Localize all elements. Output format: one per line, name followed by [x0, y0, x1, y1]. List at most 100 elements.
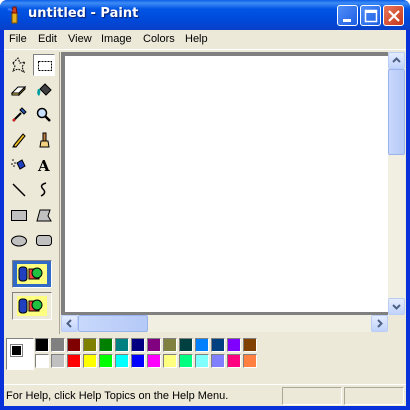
color-swatch[interactable]	[147, 354, 161, 368]
color-swatch[interactable]	[67, 338, 81, 352]
color-swatch[interactable]	[67, 354, 81, 368]
tool-select[interactable]	[33, 54, 55, 76]
tool-ellipse[interactable]	[8, 229, 30, 251]
scroll-left-button[interactable]	[61, 315, 78, 332]
color-swatch[interactable]	[195, 338, 209, 352]
scroll-right-button[interactable]	[371, 315, 388, 332]
minimize-button[interactable]	[337, 5, 358, 26]
color-swatch[interactable]	[83, 354, 97, 368]
toolbox: A	[6, 52, 60, 356]
tool-pick-color[interactable]	[8, 104, 30, 126]
maximize-icon	[364, 9, 378, 23]
tool-airbrush[interactable]	[8, 154, 30, 176]
tool-magnifier[interactable]	[33, 104, 55, 126]
tool-option-opaque[interactable]	[12, 260, 52, 288]
color-swatch[interactable]	[163, 338, 177, 352]
menu-colors[interactable]: Colors	[143, 33, 175, 45]
horizontal-scrollbar[interactable]	[61, 315, 388, 332]
color-swatch[interactable]	[227, 354, 241, 368]
menu-separator	[4, 49, 406, 50]
eraser-icon	[10, 85, 27, 97]
color-swatch[interactable]	[83, 338, 97, 352]
chevron-down-icon	[392, 304, 401, 310]
scroll-corner	[388, 315, 405, 332]
color-swatch[interactable]	[195, 354, 209, 368]
rounded-rectangle-icon	[36, 235, 52, 246]
curve-icon	[40, 182, 47, 197]
color-swatch[interactable]	[179, 338, 193, 352]
tool-curve[interactable]	[33, 179, 55, 201]
color-swatch[interactable]	[99, 338, 113, 352]
color-swatch[interactable]	[115, 338, 129, 352]
color-swatch[interactable]	[227, 338, 241, 352]
tool-free-form-select[interactable]	[8, 54, 30, 76]
horizontal-scroll-thumb[interactable]	[78, 315, 148, 332]
status-bar: For Help, click Help Topics on the Help …	[4, 384, 406, 406]
paint-app-icon	[7, 6, 18, 24]
tool-line[interactable]	[8, 179, 30, 201]
color-swatch[interactable]	[35, 354, 49, 368]
maximize-button[interactable]	[360, 5, 381, 26]
color-swatch[interactable]	[35, 338, 49, 352]
opaque-selection-icon	[17, 264, 47, 284]
chevron-up-icon	[392, 57, 401, 63]
status-panel-coords	[282, 387, 342, 405]
drawing-canvas[interactable]	[65, 56, 388, 312]
status-panel-size	[344, 387, 404, 405]
color-swatch[interactable]	[211, 338, 225, 352]
window-body: File Edit View Image Colors Help A For H…	[4, 30, 406, 406]
vertical-scrollbar[interactable]	[388, 52, 405, 315]
rectangle-icon	[11, 210, 27, 221]
color-swatch[interactable]	[131, 338, 145, 352]
color-swatch[interactable]	[163, 354, 177, 368]
pencil-icon	[12, 133, 26, 148]
color-swatch[interactable]	[243, 338, 257, 352]
color-swatch[interactable]	[99, 354, 113, 368]
menu-view[interactable]: View	[68, 33, 92, 45]
color-box	[4, 334, 406, 378]
menu-image[interactable]: Image	[101, 33, 132, 45]
menu-edit[interactable]: Edit	[38, 33, 57, 45]
window-title: untitled - Paint	[28, 6, 139, 21]
tool-rectangle[interactable]	[8, 204, 30, 226]
current-colors[interactable]	[6, 338, 34, 370]
chevron-right-icon	[377, 319, 383, 328]
color-swatch[interactable]	[147, 338, 161, 352]
menu-bar: File Edit View Image Colors Help	[4, 30, 406, 49]
fill-with-color-icon	[37, 83, 52, 96]
chevron-left-icon	[66, 319, 72, 328]
scroll-down-button[interactable]	[388, 298, 405, 315]
tool-brush[interactable]	[33, 129, 55, 151]
pick-color-icon	[12, 107, 27, 122]
canvas-area	[61, 52, 392, 332]
color-swatch[interactable]	[51, 338, 65, 352]
color-swatch[interactable]	[211, 354, 225, 368]
magnifier-icon	[36, 107, 51, 122]
tool-fill-with-color[interactable]	[33, 79, 55, 101]
color-swatch[interactable]	[131, 354, 145, 368]
title-bar[interactable]: untitled - Paint	[0, 0, 410, 30]
tool-eraser[interactable]	[8, 79, 30, 101]
tool-polygon[interactable]	[33, 204, 55, 226]
select-icon	[38, 61, 52, 71]
menu-help[interactable]: Help	[185, 33, 208, 45]
tool-text[interactable]: A	[33, 154, 55, 176]
menu-file[interactable]: File	[9, 33, 27, 45]
close-button[interactable]	[383, 5, 404, 26]
brush-icon	[39, 132, 50, 148]
svg-text:A: A	[37, 157, 50, 174]
tool-rounded-rectangle[interactable]	[33, 229, 55, 251]
tool-option-transparent[interactable]	[12, 292, 52, 320]
color-swatch[interactable]	[51, 354, 65, 368]
tool-pencil[interactable]	[8, 129, 30, 151]
minimize-icon	[343, 19, 351, 22]
color-swatch[interactable]	[179, 354, 193, 368]
status-text: For Help, click Help Topics on the Help …	[6, 390, 229, 402]
close-icon	[388, 10, 400, 22]
scroll-up-button[interactable]	[388, 52, 405, 69]
line-icon	[12, 183, 26, 197]
vertical-scroll-thumb[interactable]	[388, 69, 405, 155]
color-swatch[interactable]	[115, 354, 129, 368]
color-swatch[interactable]	[243, 354, 257, 368]
text-icon: A	[37, 157, 50, 174]
